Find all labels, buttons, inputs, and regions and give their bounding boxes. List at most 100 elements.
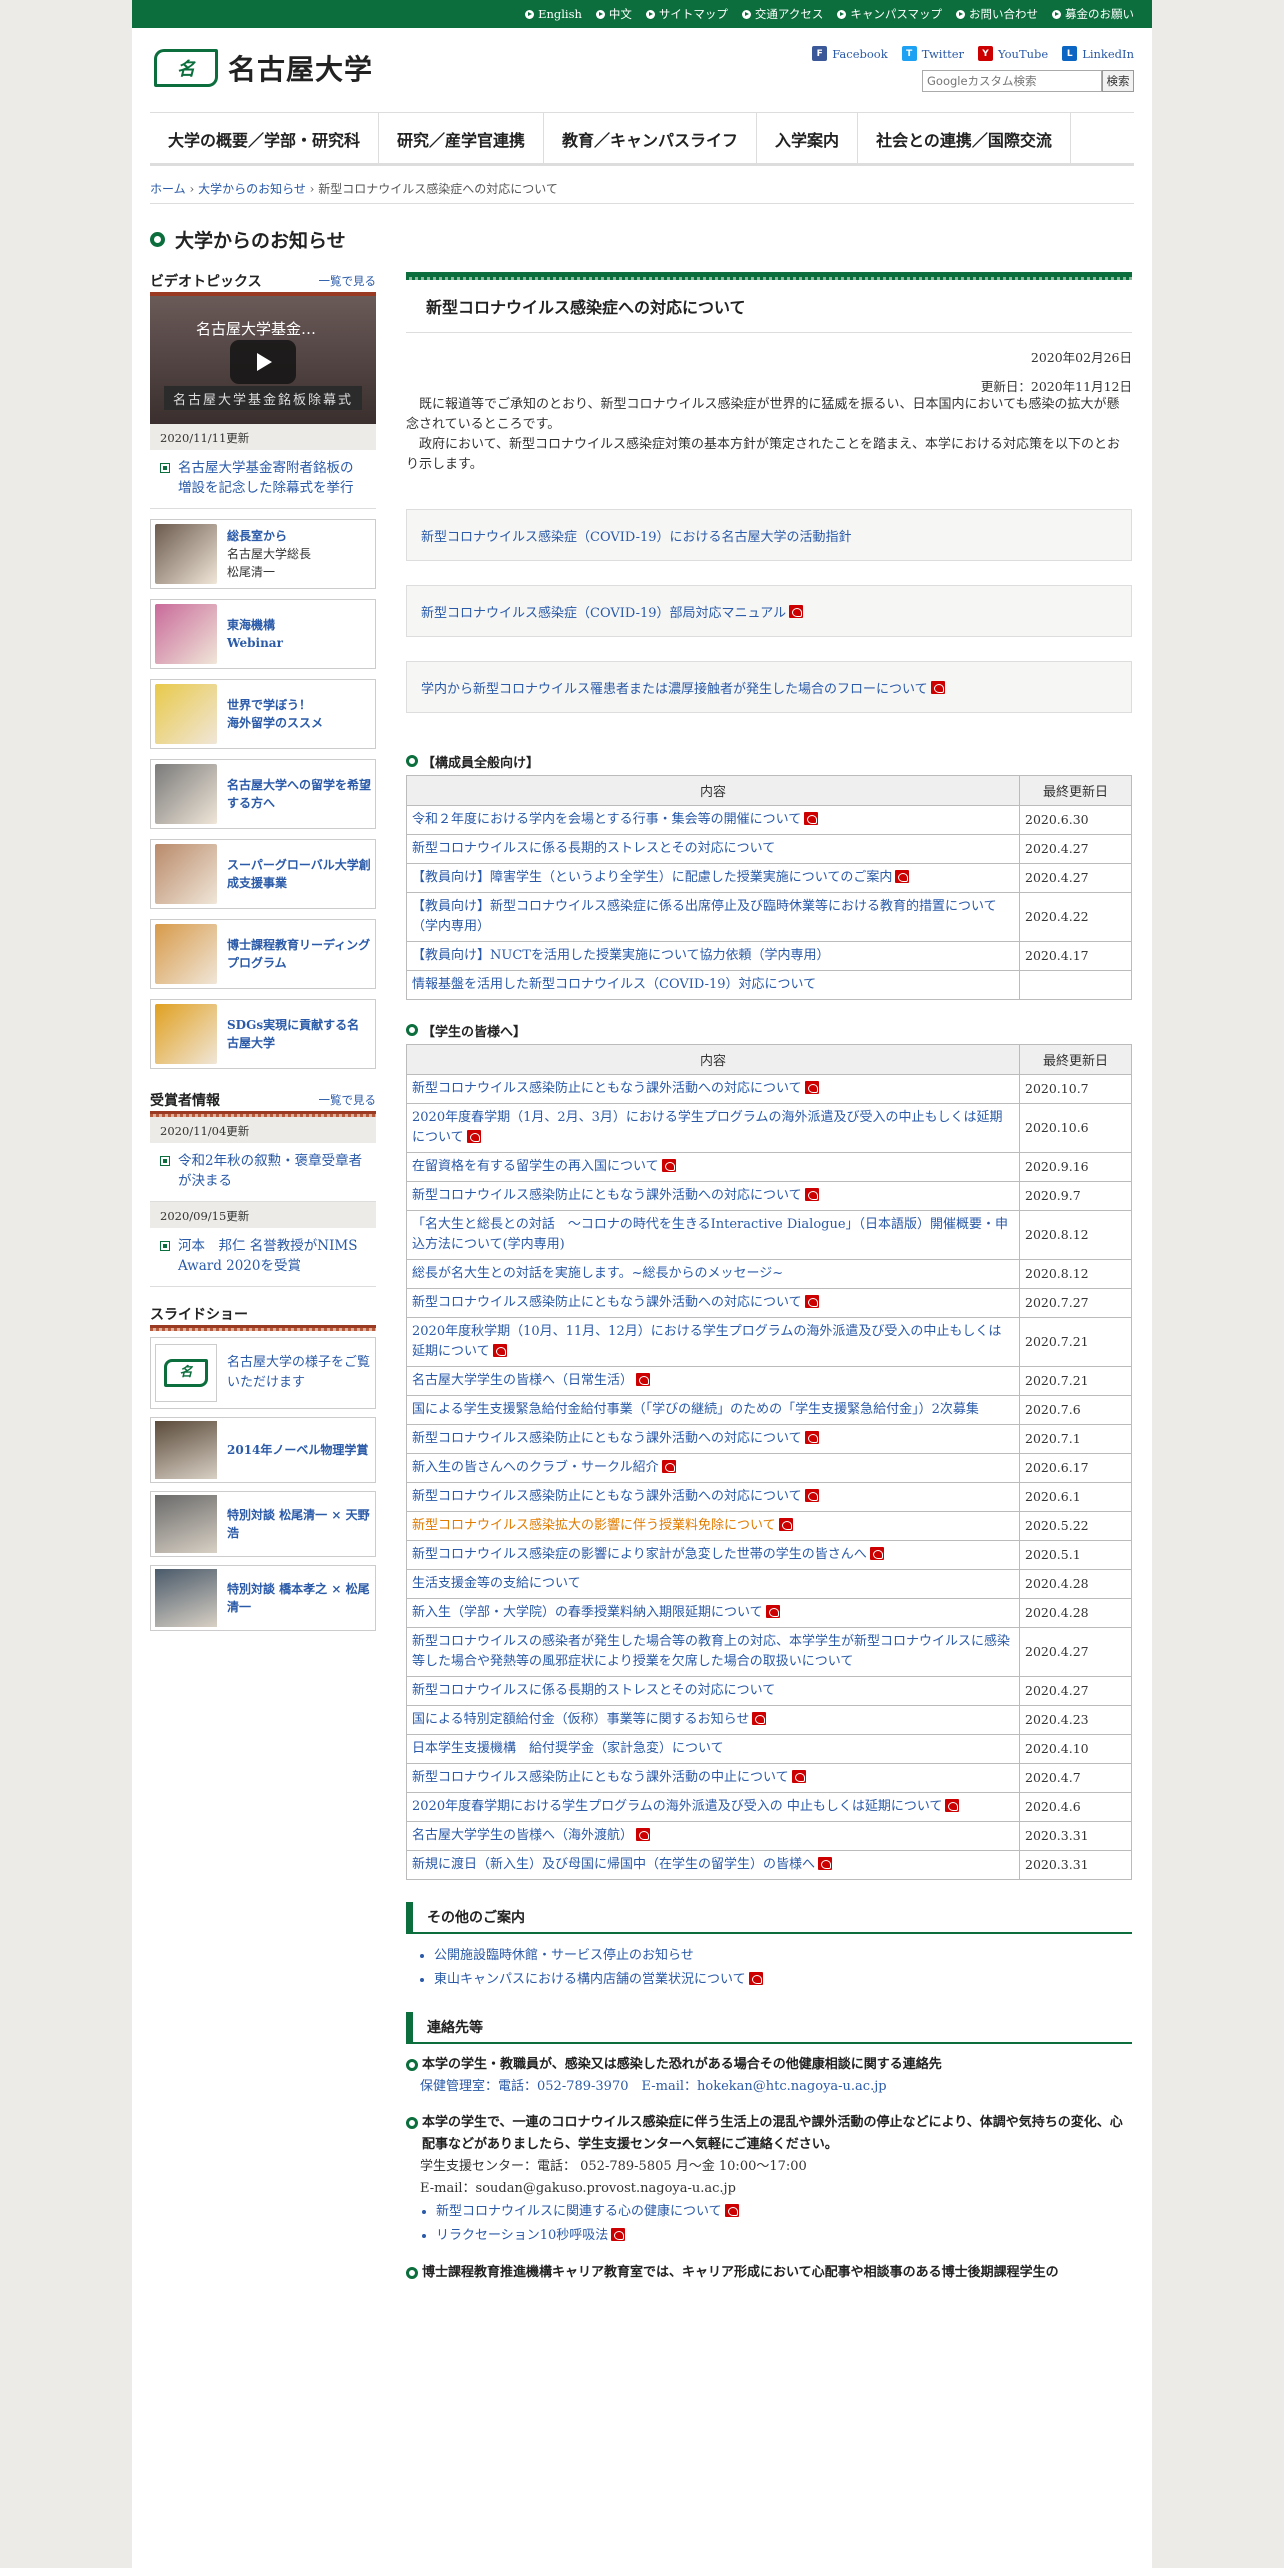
divider [150,1328,376,1331]
social-link-linkedin[interactable]: L LinkedIn [1062,46,1134,61]
row-content-link[interactable]: 新型コロナウイルス感染防止にともなう課外活動への対応について [406,1074,1020,1104]
topbar-link[interactable]: 募金のお願い [1052,6,1134,22]
row-content-link[interactable]: 国による特別定額給付金（仮称）事業等に関するお知らせ [406,1705,1020,1735]
main-nav: 大学の概要／学部・研究科 研究／産学官連携 教育／キャンパスライフ 入学案内 社会との連… [150,112,1134,166]
slideshow-item[interactable]: 特別対談 松尾清一 × 天野浩 [150,1491,376,1557]
row-content-link[interactable]: 新規に渡日（新入生）及び母国に帰国中（在学生の留学生）の皆様へ [406,1850,1020,1880]
contact1-body[interactable]: 保健管理室：電話：052-789-3970 E-mail：hokekan@htc… [406,2076,1132,2098]
row-content-link[interactable]: 新型コロナウイルス感染拡大の影響に伴う授業料免除について [406,1511,1020,1541]
row-content-link[interactable]: 令和２年度における学内を会場とする行事・集会等の開催について [406,805,1020,835]
row-content-link[interactable]: 新型コロナウイルス感染防止にともなう課外活動への対応について [406,1181,1020,1211]
student-section-title: 【学生の皆様へ】 [422,1024,527,1040]
other-info-item[interactable]: 東山キャンパスにおける構内店舗の営業状況について [434,1968,1132,1992]
key-link-box[interactable]: 新型コロナウイルス感染症（COVID-19）における名古屋大学の活動指針 [406,509,1132,561]
search-button[interactable]: 検索 [1102,70,1134,92]
row-content-link[interactable]: 【教員向け】NUCTを活用した授業実施について協力依頼（学内専用） [406,941,1020,971]
pdf-icon [895,870,910,883]
row-content-link[interactable]: 名古屋大学学生の皆様へ（海外渡航） [406,1821,1020,1851]
banner-card[interactable]: 博士課程教育リーディングプログラム [150,919,376,989]
circle-bullet-icon [406,2267,418,2279]
nav-item[interactable]: 社会との連携／国際交流 [858,113,1071,164]
row-content-link[interactable]: 新型コロナウイルスの感染者が発生した場合等の教育上の対応、本学学生が新型コロナウ… [406,1627,1020,1677]
row-content-link[interactable]: 総長が名大生との対話を実施します。~総長からのメッセージ~ [406,1259,1020,1289]
row-content-link[interactable]: 国による学生支援緊急給付金給付事業（「学びの継続」のための「学生支援緊急給付金」… [406,1395,1020,1425]
social-link-facebook[interactable]: F Facebook [812,46,888,61]
row-content-link[interactable]: 新型コロナウイルス感染防止にともなう課外活動への対応について [406,1482,1020,1512]
banner-card[interactable]: 世界で学ぼう！ 海外留学のススメ [150,679,376,749]
video-item-link[interactable]: 名古屋大学基金寄附者銘板の増設を記念した除幕式を挙行 [150,450,376,509]
topbar-link[interactable]: 交通アクセス [741,6,823,22]
row-content-text: 新型コロナウイルス感染防止にともなう課外活動への対応について [412,1431,802,1446]
banner-card[interactable]: 総長室から 名古屋大学総長 松尾清一 [150,519,376,589]
banner-card[interactable]: 東海機構 Webinar [150,599,376,669]
row-content-link[interactable]: 2020年度秋学期（10月、11月、12月）における学生プログラムの海外派遣及び… [406,1317,1020,1367]
row-content-text: 新規に渡日（新入生）及び母国に帰国中（在学生の留学生）の皆様へ [412,1857,816,1872]
col-date-header: 最終更新日 [1019,775,1132,806]
nav-item[interactable]: 入学案内 [757,113,859,164]
nav-item[interactable]: 研究／産学官連携 [379,113,545,164]
row-content-link[interactable]: 新型コロナウイルスに係る長期的ストレスとその対応について [406,834,1020,864]
video-more-link[interactable]: 一覧で見る [319,273,377,289]
row-content-link[interactable]: 日本学生支援機構 給付奨学金（家計急変）について [406,1734,1020,1764]
row-content-link[interactable]: 名古屋大学学生の皆様へ（日常生活） [406,1366,1020,1396]
row-content-link[interactable]: 新入生（学部・大学院）の春季授業料納入期限延期について [406,1598,1020,1628]
key-link-box[interactable]: 学内から新型コロナウイルス罹患者または濃厚接触者が発生した場合のフローについて [406,661,1132,713]
row-content-link[interactable]: 「名大生と総長との対話 ～コロナの時代を生きるInteractive Dialo… [406,1210,1020,1260]
banner-card[interactable]: 名古屋大学への留学を希望する方へ [150,759,376,829]
pdf-icon [869,1547,884,1560]
row-content-link[interactable]: 新型コロナウイルス感染防止にともなう課外活動への対応について [406,1288,1020,1318]
slideshow-item[interactable]: 2014年ノーベル物理学賞 [150,1417,376,1483]
row-content-link[interactable]: 新型コロナウイルス感染症の影響により家計が急変した世帯の学生の皆さんへ [406,1540,1020,1570]
page-title: 大学からのお知らせ [150,226,346,253]
video-thumbnail[interactable]: 名古屋大学基金… 名古屋大学基金銘板除幕式 [150,296,376,424]
nav-item[interactable]: 教育／キャンパスライフ [544,113,758,164]
pdf-icon [765,1605,780,1618]
row-content-text: 新型コロナウイルス感染防止にともなう課外活動への対応について [412,1295,802,1310]
row-content-link[interactable]: 新型コロナウイルス感染防止にともなう課外活動の中止について [406,1763,1020,1793]
square-bullet-icon [160,463,170,473]
row-content-link[interactable]: 2020年度春学期における学生プログラムの海外派遣及び受入の 中止もしくは延期に… [406,1792,1020,1822]
university-logo[interactable]: 名 名古屋大学 [154,48,373,88]
row-content-link[interactable]: 生活支援金等の支給について [406,1569,1020,1599]
topbar-link[interactable]: English [525,7,582,21]
row-content-link[interactable]: 【教員向け】障害学生（というより全学生）に配慮した授業実施についてのご案内 [406,863,1020,893]
social-link-youtube[interactable]: Y YouTube [978,46,1048,61]
row-content-link[interactable]: 2020年度春学期（1月、2月、3月）における学生プログラムの海外派遣及び受入の… [406,1103,1020,1153]
key-link-box[interactable]: 新型コロナウイルス感染症（COVID-19）部局対応マニュアル [406,585,1132,637]
row-date: 2020.4.17 [1019,941,1132,971]
banner-card[interactable]: SDGs実現に貢献する名古屋大学 [150,999,376,1069]
award-item-link[interactable]: 河本 邦仁 名誉教授がNIMS Award 2020を受賞 [150,1228,376,1287]
contact3-title: 博士課程教育推進機構キャリア教育室では、キャリア形成において心配事や相談事のある… [422,2265,1059,2280]
row-content-text: 新型コロナウイルスに係る長期的ストレスとその対応について [412,841,776,856]
topbar-link[interactable]: 中文 [595,6,632,22]
contact-link[interactable]: 新型コロナウイルスに関連する心の健康について [436,2200,1132,2224]
other-info-text: 公開施設臨時休館・サービス停止のお知らせ [434,1948,694,1963]
contact-link[interactable]: リラクセーション10秒呼吸法 [436,2224,1132,2248]
arrow-circle-icon [837,9,847,19]
slideshow-main[interactable]: 名 名古屋大学の様子をご覧いただけます [150,1337,376,1409]
row-content-link[interactable]: 情報基盤を活用した新型コロナウイルス（COVID-19）対応について [406,970,1020,1000]
banner-thumbnail [155,924,217,984]
breadcrumb-parent[interactable]: 大学からのお知らせ [198,182,306,196]
banner-card[interactable]: スーパーグローバル大学創成支援事業 [150,839,376,909]
topbar-link[interactable]: お問い合わせ [956,6,1038,22]
search-input[interactable] [922,70,1102,92]
nav-item[interactable]: 大学の概要／学部・研究科 [150,113,380,164]
row-content-link[interactable]: 在留資格を有する留学生の再入国について [406,1152,1020,1182]
other-info-item[interactable]: 公開施設臨時休館・サービス停止のお知らせ [434,1944,1132,1968]
topbar-link[interactable]: サイトマップ [645,6,728,22]
breadcrumb-home[interactable]: ホーム [150,182,186,196]
topbar-link[interactable]: キャンパスマップ [837,6,942,22]
row-content-link[interactable]: 新入生の皆さんへのクラブ・サークル紹介 [406,1453,1020,1483]
row-content-text: 新型コロナウイルス感染症の影響により家計が急変した世帯の学生の皆さんへ [412,1547,867,1562]
social-link-twitter[interactable]: T Twitter [901,46,964,61]
row-content-link[interactable]: 新型コロナウイルス感染防止にともなう課外活動への対応について [406,1424,1020,1454]
award-item-link[interactable]: 令和2年秋の叙勲・褒章受章者が決まる [150,1143,376,1202]
key-link-text: 新型コロナウイルス感染症（COVID-19）における名古屋大学の活動指針 [421,529,852,545]
row-content-link[interactable]: 【教員向け】新型コロナウイルス感染症に係る出席停止及び臨時休業等における教育的措… [406,892,1020,942]
slideshow-item[interactable]: 特別対談 橋本孝之 × 松尾清一 [150,1565,376,1631]
row-content-link[interactable]: 新型コロナウイルスに係る長期的ストレスとその対応について [406,1676,1020,1706]
play-icon[interactable] [230,340,296,384]
awards-more-link[interactable]: 一覧で見る [319,1092,377,1108]
pdf-icon [492,1344,507,1357]
